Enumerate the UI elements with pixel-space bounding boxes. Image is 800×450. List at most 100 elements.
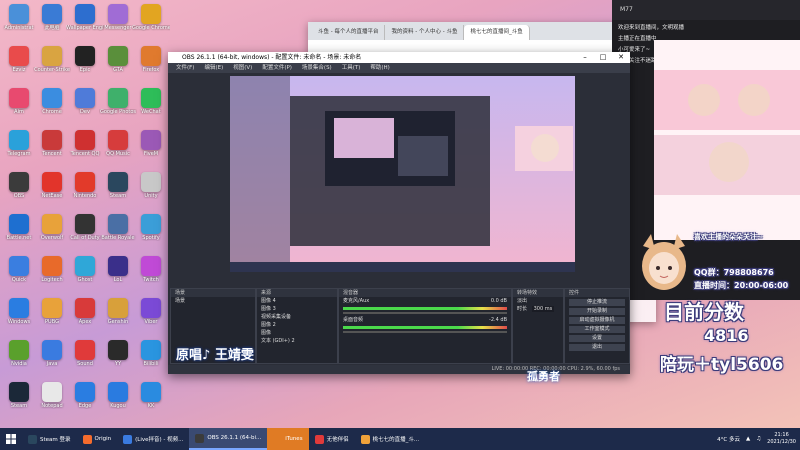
desktop-icon-grid: Administrat此电脑Wallpaper EngineMessengerG… — [0, 0, 170, 428]
desktop-icon[interactable]: WeChat — [132, 86, 170, 126]
desktop-icon[interactable]: KK — [132, 380, 170, 420]
control-button[interactable]: 工作室模式 — [569, 326, 625, 333]
desktop-icon[interactable]: Bilibili — [132, 338, 170, 378]
source-item[interactable]: 图像 4 — [257, 297, 337, 305]
app-icon — [9, 340, 29, 360]
obs-menu-item[interactable]: 工具(T) — [342, 63, 361, 73]
network-icon[interactable]: ▲ — [746, 436, 750, 442]
source-item[interactable]: 视频采集设备 — [257, 313, 337, 321]
taskbar-item[interactable]: 桃七七的直播_斗... — [355, 428, 426, 450]
desktop-icon[interactable]: Unity — [132, 170, 170, 210]
mixer-header: 混音器 — [339, 289, 511, 297]
song-title: 孤勇者 — [527, 370, 560, 383]
controls-dock[interactable]: 控件 停止推流开始录制启动虚拟摄像机 工作室模式设置退出 — [564, 288, 630, 364]
duration-field[interactable]: 300 ms — [531, 306, 555, 312]
sources-header: 来源 — [257, 289, 337, 297]
weather-text[interactable]: 4°C 多云 — [717, 435, 740, 443]
obs-menu-item[interactable]: 帮助(H) — [370, 63, 389, 73]
app-icon — [9, 4, 29, 24]
desktop-icon[interactable]: Google Chrome — [132, 2, 170, 42]
mixer-track: 麦克风/Aux 0.0 dB — [339, 297, 511, 305]
desktop-icon[interactable]: Viber — [132, 296, 170, 336]
app-icon — [9, 130, 29, 150]
volume-slider[interactable] — [343, 312, 507, 314]
transition-type[interactable]: 淡出 — [513, 297, 563, 305]
obs-menu-item[interactable]: 文件(F) — [176, 63, 194, 73]
taskbar-item[interactable]: Steam 登录 — [22, 428, 77, 450]
duration-label: 时长 — [517, 306, 528, 312]
obs-menu-item[interactable]: 编辑(E) — [204, 63, 223, 73]
taskbar-item[interactable]: Origin — [77, 428, 118, 450]
app-icon — [360, 434, 370, 444]
source-item[interactable]: 图像 3 — [257, 305, 337, 313]
app-icon — [42, 382, 62, 402]
desktop-icon[interactable]: Firefox — [132, 44, 170, 84]
control-button[interactable]: 退出 — [569, 344, 625, 351]
volume-meter — [343, 307, 507, 310]
source-item[interactable]: 文本 (GDI+) 2 — [257, 337, 337, 345]
controls-header: 控件 — [565, 289, 629, 297]
close-icon[interactable]: ✕ — [612, 52, 630, 63]
mixer-track-name: 麦克风/Aux — [343, 298, 370, 304]
obs-menu-item[interactable]: 视图(V) — [233, 63, 252, 73]
browser-tab[interactable]: 我的资料 - 个人中心 - 斗鱼 — [385, 25, 465, 40]
app-icon — [75, 298, 95, 318]
app-icon — [42, 130, 62, 150]
obs-menu-item[interactable]: 配置文件(P) — [262, 63, 292, 73]
score-label: 目前分数 — [664, 300, 744, 324]
app-icon — [75, 4, 95, 24]
app-icon — [195, 433, 205, 443]
sources-dock[interactable]: 来源 图像 4 图像 3 视频采集设备 图像 2 图像 文本 (GDI+) 2 — [256, 288, 338, 364]
control-button[interactable]: 设置 — [569, 335, 625, 342]
browser-tab[interactable]: 斗鱼 - 每个人的直播平台 — [312, 25, 386, 40]
taskbar-item-label: (Live拌音) - 视频... — [135, 437, 184, 443]
app-icon — [141, 214, 161, 234]
desktop-icon[interactable]: FiveM — [132, 128, 170, 168]
taskbar-item[interactable]: 无他伴侣 — [309, 428, 355, 450]
control-button[interactable]: 停止推流 — [569, 299, 625, 306]
contact-text: 陪玩＋tyl5606 — [660, 355, 784, 375]
system-tray: 4°C 多云 ▲ ♫ 21:16 2021/12/30 — [717, 428, 796, 450]
mixer-dock[interactable]: 混音器 麦克风/Aux 0.0 dB 桌面音频 -2.4 dB — [338, 288, 512, 364]
desktop-icon-label: KK — [147, 403, 155, 409]
taskbar-item-label: iTunes — [285, 436, 303, 442]
taskbar-apps: Steam 登录 Origin (Live拌音) - 视频... OBS 26.1.1… — [22, 428, 425, 450]
maximize-icon[interactable]: □ — [594, 52, 612, 63]
app-icon — [108, 382, 128, 402]
clock-date: 2021/12/30 — [767, 439, 796, 445]
obs-preview[interactable] — [230, 76, 575, 272]
volume-slider[interactable] — [343, 331, 507, 333]
minimize-icon[interactable]: – — [576, 52, 594, 63]
windows-start-icon[interactable] — [0, 428, 22, 450]
control-button[interactable]: 开始录制 — [569, 308, 625, 315]
volume-meter — [343, 326, 507, 329]
taskbar: Steam 登录 Origin (Live拌音) - 视频... OBS 26.1.1… — [0, 428, 800, 450]
app-icon — [141, 46, 161, 66]
chat-stream-preview — [654, 40, 800, 240]
app-icon — [123, 434, 133, 444]
app-icon — [75, 256, 95, 276]
scene-item[interactable]: 场景 — [171, 297, 255, 305]
clock[interactable]: 21:16 2021/12/30 — [767, 432, 796, 446]
app-icon — [141, 172, 161, 192]
app-icon — [42, 340, 62, 360]
taskbar-item[interactable]: (Live拌音) - 视频... — [117, 428, 189, 450]
desktop-icon[interactable]: Spotify — [132, 212, 170, 252]
volume-icon[interactable]: ♫ — [756, 436, 761, 442]
taskbar-item[interactable]: OBS 26.1.1 (64-bi... — [189, 428, 268, 450]
mixer-track: 桌面音频 -2.4 dB — [339, 316, 511, 324]
browser-tab[interactable]: 桃七七的直播间_斗鱼 — [464, 25, 530, 40]
control-button[interactable]: 启动虚拟摄像机 — [569, 317, 625, 324]
clock-time: 21:16 — [774, 432, 789, 438]
obs-menu-item[interactable]: 场景集合(S) — [302, 63, 332, 73]
app-icon — [108, 172, 128, 192]
source-item[interactable]: 图像 2 — [257, 321, 337, 329]
source-item[interactable]: 图像 — [257, 329, 337, 337]
obs-titlebar[interactable]: OBS 26.1.1 (64-bit, windows) - 配置文件: 未命名… — [168, 52, 630, 63]
taskbar-item[interactable]: iTunes — [267, 428, 309, 450]
desktop-icon[interactable]: Twitch — [132, 254, 170, 294]
obs-window[interactable]: OBS 26.1.1 (64-bit, windows) - 配置文件: 未命名… — [168, 52, 630, 374]
transitions-dock[interactable]: 转场特效 淡出 时长 300 ms — [512, 288, 564, 364]
app-icon — [108, 4, 128, 24]
anime-character-image — [642, 234, 686, 290]
